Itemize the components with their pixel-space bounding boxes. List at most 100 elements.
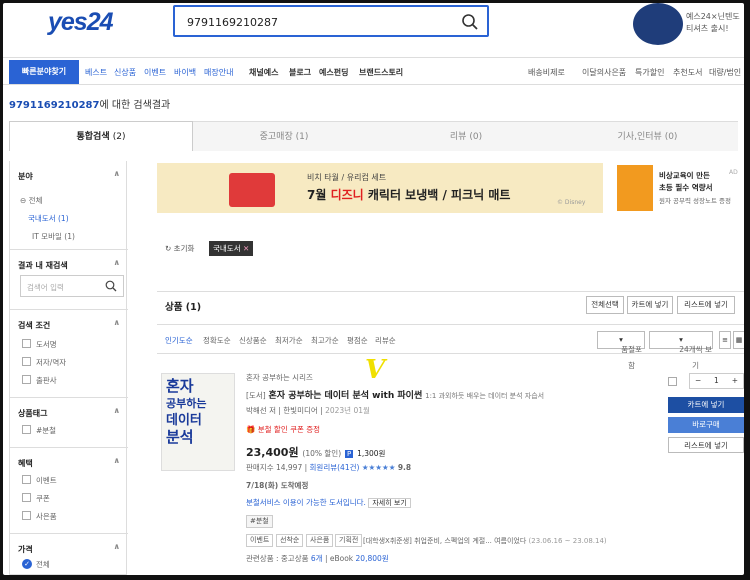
book-price: 23,400원 (10% 할인) P 1,300원 <box>246 446 386 459</box>
yes24-logo[interactable]: yes24 <box>48 8 114 37</box>
quantity-stepper[interactable]: − 1 + <box>689 373 744 389</box>
nav-recommend[interactable]: 추천도서 <box>673 67 702 78</box>
sort-low-price[interactable]: 최저가순 <box>275 335 303 346</box>
cond-publisher-checkbox[interactable] <box>22 375 31 384</box>
benefit-header[interactable]: 혜택 ∧ <box>10 447 128 469</box>
field-all[interactable]: ⊖ 전체 <box>20 195 42 206</box>
nav-free-shipping[interactable]: 배송비제로 <box>528 67 565 78</box>
search-icon[interactable] <box>461 13 479 31</box>
field-it[interactable]: IT 모바일 (1) <box>32 231 75 242</box>
main-nav: 빠른분야찾기 베스트 신상품 이벤트 바이백 매장안내 채널예스 블로그 예스펀… <box>3 57 744 85</box>
nav-channel[interactable]: 채널예스 <box>249 67 278 78</box>
nav-gift[interactable]: 이달의사은품 <box>582 67 626 78</box>
select-book-checkbox[interactable] <box>668 377 677 386</box>
chevron-up-icon[interactable]: ∧ <box>114 542 121 551</box>
tab-review[interactable]: 리뷰 (0) <box>375 121 557 151</box>
cond-author-checkbox[interactable] <box>22 357 31 366</box>
sort-rating[interactable]: 평점순 <box>347 335 368 346</box>
field-header[interactable]: 분야 ∧ <box>10 161 128 183</box>
promo-text[interactable]: 예스24×닌텐도 티셔츠 출시! <box>686 11 744 35</box>
price-header[interactable]: 가격 ∧ <box>10 533 128 555</box>
book-title[interactable]: 혼자 공부하는 데이터 분석 with 파이썬 <box>269 391 423 401</box>
nav-store[interactable]: 매장안내 <box>204 67 233 78</box>
chevron-up-icon[interactable]: ∧ <box>114 406 121 415</box>
cond-title-checkbox[interactable] <box>22 339 31 348</box>
book-cover[interactable]: 혼자 공부하는 데이터 분석 <box>161 373 235 471</box>
search-box[interactable]: 9791169210287 <box>173 5 489 37</box>
tag-label: #분철 <box>36 426 57 435</box>
chevron-up-icon[interactable]: ∧ <box>114 318 121 327</box>
list-view-icon[interactable]: ≡ <box>719 331 731 349</box>
cart-all-button[interactable]: 카트에 넣기 <box>627 296 673 314</box>
nav-best[interactable]: 베스트 <box>85 67 107 78</box>
add-to-list-button[interactable]: 리스트에 넣기 <box>668 437 744 453</box>
research-input[interactable]: 검색어 입력 <box>20 275 124 297</box>
quick-category-button[interactable]: 빠른분야찾기 <box>9 60 79 84</box>
detail-button[interactable]: 자세히 보기 <box>368 498 411 508</box>
gift-tag: 사은품 <box>306 534 334 547</box>
benefit-coupon-checkbox[interactable] <box>22 493 31 502</box>
nav-blog[interactable]: 블로그 <box>289 67 311 78</box>
chevron-up-icon[interactable]: ∧ <box>114 456 121 465</box>
event-tag: 이벤트 <box>246 534 274 547</box>
chevron-up-icon[interactable]: ∧ <box>114 258 121 267</box>
banner-right2: 초등 필수 역량서 <box>659 183 713 192</box>
nav-new[interactable]: 신상품 <box>114 67 136 78</box>
add-to-cart-button[interactable]: 카트에 넣기 <box>668 397 744 413</box>
nav-bulk[interactable]: 대량/법인 <box>709 67 741 78</box>
tab-all[interactable]: 통합검색 (2) <box>9 121 193 151</box>
close-icon[interactable]: ✕ <box>243 244 249 253</box>
sort-review[interactable]: 리뷰순 <box>375 335 396 346</box>
sort-new[interactable]: 신상품순 <box>239 335 267 346</box>
nav-funding[interactable]: 예스펀딩 <box>319 67 348 78</box>
sort-popular[interactable]: 인기도순 <box>165 335 193 346</box>
benefit-gift-label: 사은품 <box>36 512 57 521</box>
price-all-radio[interactable]: ✓ <box>22 559 32 569</box>
cond-author-label: 저자/역자 <box>36 358 67 367</box>
coupon-badge[interactable]: 🎁 분철 할인 쿠폰 증정 <box>246 424 320 435</box>
nav-event[interactable]: 이벤트 <box>144 67 166 78</box>
search-input[interactable]: 9791169210287 <box>187 16 278 29</box>
promo-image[interactable] <box>633 3 683 45</box>
reset-button[interactable]: ↻ 초기화 <box>165 243 194 254</box>
filter-chip[interactable]: 국내도서 ✕ <box>209 241 254 256</box>
tab-article[interactable]: 기사,인터뷰 (0) <box>557 121 738 151</box>
book-title-line: [도서] 혼자 공부하는 데이터 분석 with 파이썬 1:1 과외하듯 배우… <box>246 391 545 401</box>
plus-icon[interactable]: + <box>732 376 738 385</box>
buy-now-button[interactable]: 바로구매 <box>668 417 744 433</box>
tag-header[interactable]: 상품태그 ∧ <box>10 397 128 419</box>
book-banner[interactable]: 비상교육이 만든 초등 필수 역량서 원자 공부력 성장노트 증정 AD <box>613 163 744 213</box>
tab-used[interactable]: 중고매장 (1) <box>193 121 375 151</box>
result-tabs: 통합검색 (2) 중고매장 (1) 리뷰 (0) 기사,인터뷰 (0) <box>9 121 738 151</box>
benefit-event-checkbox[interactable] <box>22 475 31 484</box>
select-all-button[interactable]: 전체선택 <box>586 296 624 314</box>
list-all-button[interactable]: 리스트에 넣기 <box>677 296 735 314</box>
book-series[interactable]: 혼자 공부하는 시리즈 <box>246 372 313 383</box>
event-text[interactable]: [대학생X취준생] 취업준비, 스펙업의 계절... 여름이었다 (23.06.… <box>363 536 607 546</box>
grid-view-icon[interactable]: ▦ <box>733 331 744 349</box>
ad-label: AD <box>729 169 738 176</box>
split-service: 분철서비스 이용이 가능한 도서입니다. 자세히 보기 <box>246 497 411 509</box>
field-domestic[interactable]: 국내도서 (1) <box>28 213 69 224</box>
disney-banner[interactable]: 비치 타월 / 유리컵 세트 7월 디즈니 캐릭터 보냉백 / 피크닉 매트 ©… <box>157 163 603 213</box>
benefit-event-label: 이벤트 <box>36 476 57 485</box>
cond-header[interactable]: 검색 조건 ∧ <box>10 309 128 331</box>
cooler-bag-image <box>229 173 275 207</box>
research-header[interactable]: 결과 내 재검색 ∧ <box>10 249 128 271</box>
book-tag[interactable]: #분철 <box>246 515 273 528</box>
firstcome-tag: 선착순 <box>276 534 304 547</box>
sort-high-price[interactable]: 최고가순 <box>311 335 339 346</box>
minus-icon[interactable]: − <box>695 376 701 385</box>
tag-checkbox[interactable] <box>22 425 31 434</box>
nav-buyback[interactable]: 바이백 <box>174 67 196 78</box>
sort-accuracy[interactable]: 정확도순 <box>203 335 231 346</box>
search-icon[interactable] <box>105 280 117 292</box>
result-title: 9791169210287에 대한 검색결과 <box>9 100 171 111</box>
per-page-select[interactable]: 24개씩 보기 ▾ <box>649 331 713 370</box>
soldout-select[interactable]: 품절포함 ▾ <box>597 331 645 370</box>
nav-brandstory[interactable]: 브랜드스토리 <box>359 67 403 78</box>
book-stats: 판매지수 14,997 | 회원리뷰(41건) ★★★★★ 9.8 <box>246 463 412 472</box>
nav-sale[interactable]: 특가할인 <box>635 67 664 78</box>
benefit-gift-checkbox[interactable] <box>22 511 31 520</box>
chevron-up-icon[interactable]: ∧ <box>114 169 121 178</box>
